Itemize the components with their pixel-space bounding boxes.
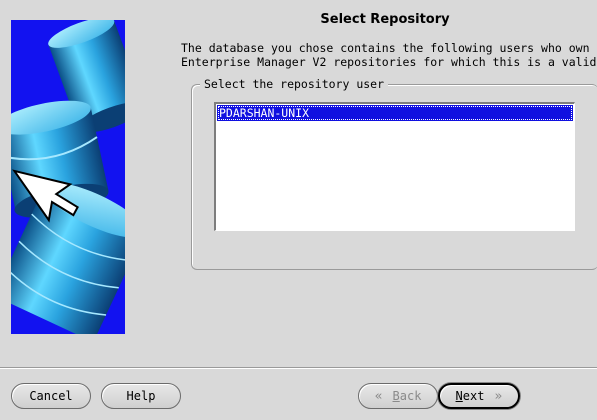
double-chevron-right-icon: » (494, 388, 503, 404)
description-line-2: Enterprise Manager V2 repositories for w… (181, 55, 597, 69)
wizard-illustration (11, 20, 125, 334)
button-bar-separator (0, 367, 597, 369)
cancel-button-label: Cancel (29, 389, 73, 403)
repository-user-list[interactable]: PDARSHAN-UNIX (214, 102, 575, 231)
back-button[interactable]: « Back (358, 383, 438, 409)
dialog-description: The database you chose contains the foll… (181, 41, 597, 69)
help-button[interactable]: Help (101, 383, 181, 409)
list-item[interactable]: PDARSHAN-UNIX (217, 105, 573, 121)
back-button-label: Back (392, 389, 422, 403)
repository-group-legend: Select the repository user (200, 77, 389, 91)
double-chevron-left-icon: « (374, 388, 383, 404)
next-button-label: Next (455, 389, 485, 403)
dialog-title: Select Repository (320, 12, 450, 27)
help-button-label: Help (126, 389, 156, 403)
description-line-1: The database you chose contains the foll… (181, 41, 590, 55)
cancel-button[interactable]: Cancel (11, 383, 91, 409)
next-button[interactable]: Next » (438, 383, 520, 409)
database-cylinders-image (11, 20, 125, 334)
